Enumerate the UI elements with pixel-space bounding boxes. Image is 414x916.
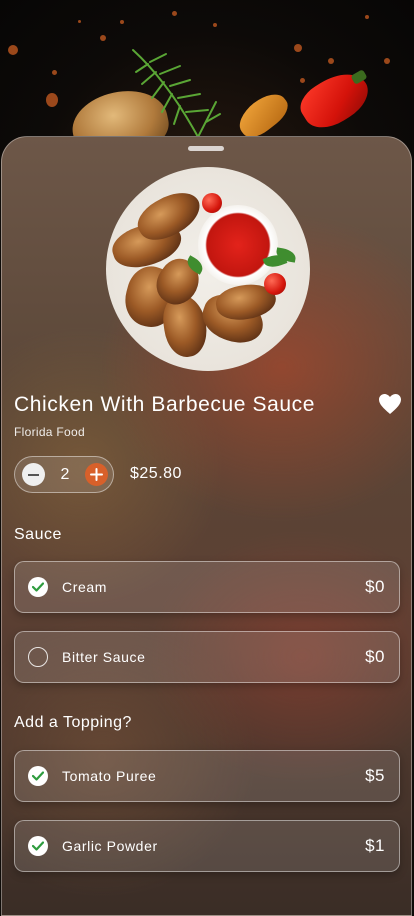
option-price: $5: [365, 766, 385, 785]
check-icon: [28, 766, 48, 786]
check-icon: [28, 577, 48, 597]
plus-icon: [90, 468, 103, 481]
topping-option-garlic-powder[interactable]: Garlic Powder $1: [14, 820, 400, 872]
increment-button[interactable]: [85, 463, 108, 486]
quantity-stepper: 2: [14, 456, 114, 493]
product-subtitle: Florida Food: [14, 425, 85, 439]
sauce-option-bitter-sauce[interactable]: Bitter Sauce $0: [14, 631, 400, 683]
radio-unselected-icon: [28, 647, 48, 667]
product-image: [106, 167, 310, 371]
option-label: Garlic Powder: [62, 838, 158, 854]
option-price: $0: [365, 577, 385, 596]
option-label: Tomato Puree: [62, 768, 157, 784]
option-label: Bitter Sauce: [62, 649, 146, 665]
option-price: $1: [365, 836, 385, 855]
sauce-option-cream[interactable]: Cream $0: [14, 561, 400, 613]
option-price: $0: [365, 647, 385, 666]
option-label: Cream: [62, 579, 108, 595]
sheet-drag-handle[interactable]: [188, 146, 224, 151]
topping-section-title: Add a Topping?: [14, 714, 132, 731]
check-icon: [28, 836, 48, 856]
heart-icon[interactable]: [378, 393, 402, 415]
sauce-section-title: Sauce: [14, 526, 62, 543]
product-title: Chicken With Barbecue Sauce: [14, 393, 316, 416]
total-price: $25.80: [130, 465, 182, 482]
topping-option-tomato-puree[interactable]: Tomato Puree $5: [14, 750, 400, 802]
